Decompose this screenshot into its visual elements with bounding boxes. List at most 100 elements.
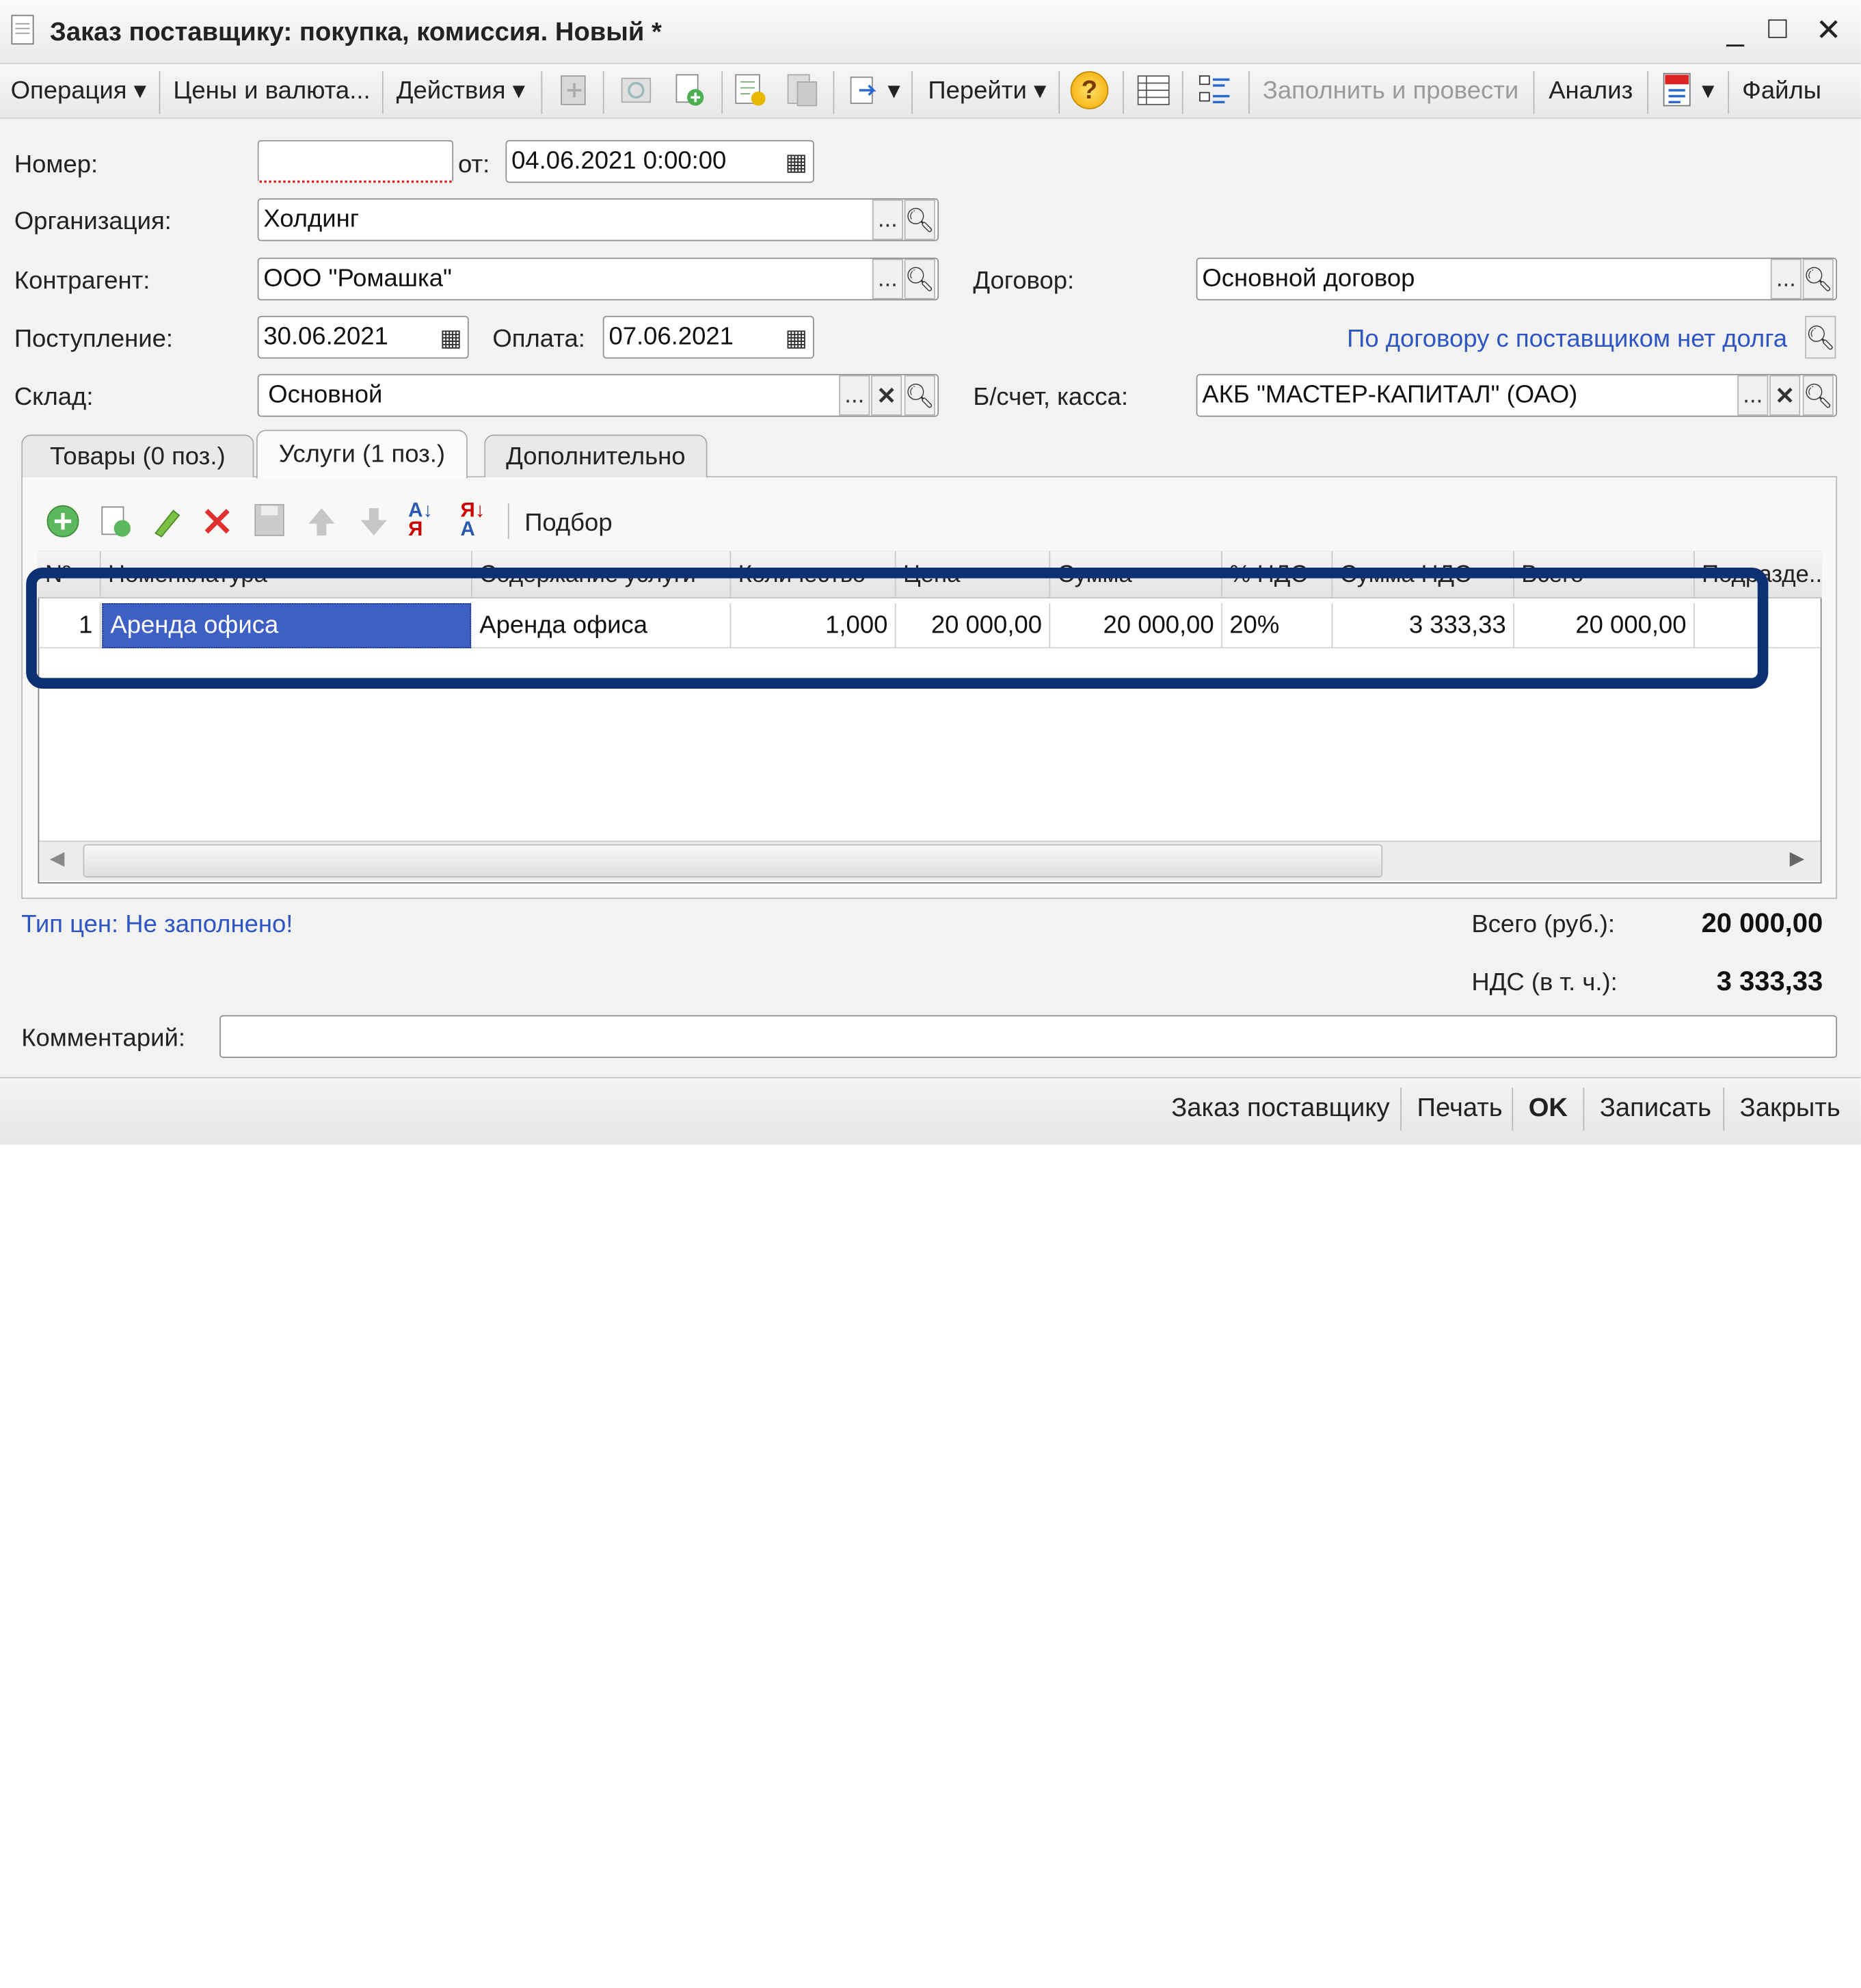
toolbar-separator: [1058, 71, 1060, 114]
toolbar-separator: [1533, 71, 1535, 114]
actions-menu[interactable]: Действия ▾: [397, 79, 525, 103]
number-input[interactable]: [257, 140, 454, 183]
toolbar-separator: [602, 71, 604, 114]
ok-button[interactable]: OK: [1529, 1094, 1568, 1121]
search-icon[interactable]: 🔍︎: [1805, 315, 1836, 359]
move-down-icon[interactable]: [356, 503, 392, 539]
scrollbar-thumb[interactable]: [83, 844, 1383, 878]
xml-icon[interactable]: [1659, 71, 1698, 109]
footer-separator: [1583, 1087, 1585, 1130]
footer-bar: [0, 1076, 1861, 1145]
date-label: от:: [458, 150, 490, 178]
footer-separator: [1723, 1087, 1725, 1130]
refresh-icon[interactable]: [617, 71, 656, 109]
prices-button[interactable]: Цены и валюта...: [173, 79, 370, 103]
close-button[interactable]: ✕: [1816, 14, 1842, 45]
date-input[interactable]: 04.06.2021 0:00:00: [505, 140, 814, 183]
vat-value: 3 333,33: [1716, 965, 1823, 996]
toolbar-separator: [1123, 71, 1124, 114]
total-label: Всего (руб.):: [1471, 910, 1616, 938]
search-icon[interactable]: 🔍︎: [904, 199, 935, 240]
vat-label: НДС (в т. ч.):: [1471, 968, 1618, 996]
toolbar-separator: [507, 503, 509, 540]
warehouse-label: Склад:: [14, 383, 94, 411]
sort-ascending-icon[interactable]: А↓ Я: [408, 500, 433, 540]
price-type-link[interactable]: Тип цен: Не заполнено!: [21, 912, 293, 936]
payment-label: Оплата:: [492, 325, 585, 353]
add-row-icon[interactable]: [45, 503, 81, 539]
tab-goods[interactable]: Товары (0 поз.): [21, 434, 254, 477]
select-button[interactable]: ...: [872, 199, 903, 240]
search-icon[interactable]: 🔍︎: [1802, 259, 1834, 300]
contract-input[interactable]: Основной договор: [1196, 257, 1838, 301]
clear-icon[interactable]: ✕: [871, 375, 902, 416]
edit-icon[interactable]: [150, 503, 185, 539]
comment-label: Комментарий:: [21, 1024, 185, 1052]
select-button[interactable]: ...: [1737, 375, 1769, 416]
files-button[interactable]: Файлы: [1742, 79, 1821, 103]
contract-label: Договор:: [973, 267, 1075, 295]
comment-input[interactable]: [219, 1015, 1838, 1059]
document-icon: [11, 14, 34, 45]
calendar-icon[interactable]: ▦: [781, 142, 812, 182]
list-view-icon[interactable]: [1134, 71, 1173, 109]
pick-button[interactable]: Подбор: [524, 511, 612, 535]
window-title: Заказ поставщику: покупка, комиссия. Нов…: [49, 16, 662, 47]
structure-icon[interactable]: [784, 71, 822, 109]
print-button[interactable]: Печать: [1417, 1094, 1503, 1121]
clear-icon[interactable]: ✕: [1769, 375, 1801, 416]
tab-services[interactable]: Услуги (1 поз.): [256, 429, 468, 479]
copy-row-icon[interactable]: [97, 503, 133, 539]
debt-link[interactable]: По договору с поставщиком нет долга: [1347, 326, 1787, 351]
toolbar-separator: [381, 71, 384, 114]
analysis-button[interactable]: Анализ: [1549, 79, 1633, 103]
select-button[interactable]: ...: [839, 375, 870, 416]
footer-separator: [1512, 1087, 1514, 1130]
search-icon[interactable]: 🔍︎: [1802, 375, 1834, 416]
move-up-icon[interactable]: [304, 503, 339, 539]
copy-document-icon[interactable]: [671, 71, 710, 109]
toolbar-separator: [721, 71, 723, 114]
tab-additional[interactable]: Дополнительно: [484, 434, 708, 477]
toolbar-separator: [541, 71, 543, 114]
goto-menu[interactable]: Перейти ▾: [928, 79, 1046, 103]
warehouse-input[interactable]: Основной: [257, 373, 939, 417]
calendar-icon[interactable]: ▦: [781, 317, 812, 358]
organization-input[interactable]: Холдинг: [257, 198, 939, 241]
toolbar-separator: [911, 71, 913, 114]
settings-list-icon[interactable]: [1196, 71, 1235, 109]
close-form-button[interactable]: Закрыть: [1740, 1094, 1840, 1121]
chevron-down-icon: ▾: [512, 77, 525, 105]
search-icon[interactable]: 🔍︎: [904, 259, 935, 300]
end-edit-icon[interactable]: [252, 501, 287, 540]
contractor-input[interactable]: ООО "Ромашка": [257, 257, 939, 301]
document-journal-icon[interactable]: [731, 71, 769, 109]
create-based-on-icon[interactable]: [847, 71, 885, 109]
scroll-right-icon[interactable]: ▶: [1790, 849, 1804, 869]
highlight-frame: [26, 567, 1769, 689]
toolbar-separator: [1248, 71, 1250, 114]
post-icon[interactable]: [555, 71, 593, 109]
help-icon[interactable]: ?: [1070, 71, 1109, 109]
receipt-label: Поступление:: [14, 325, 174, 353]
number-label: Номер:: [14, 150, 98, 178]
total-value: 20 000,00: [1701, 907, 1823, 938]
search-icon[interactable]: 🔍︎: [904, 375, 935, 416]
chevron-down-icon[interactable]: ▾: [1702, 79, 1714, 103]
chevron-down-icon[interactable]: ▾: [887, 79, 900, 103]
contractor-label: Контрагент:: [14, 267, 150, 295]
select-button[interactable]: ...: [1770, 259, 1802, 300]
sort-descending-icon[interactable]: Я↓ А: [460, 500, 485, 540]
calendar-icon[interactable]: ▦: [436, 317, 466, 358]
select-button[interactable]: ...: [872, 259, 903, 300]
fill-and-post-button[interactable]: Заполнить и провести: [1263, 79, 1518, 103]
chevron-down-icon: ▾: [133, 77, 146, 105]
supplier-order-button[interactable]: Заказ поставщику: [1171, 1094, 1389, 1121]
delete-icon[interactable]: [200, 503, 235, 539]
maximize-button[interactable]: □: [1768, 12, 1786, 42]
operation-menu[interactable]: Операция ▾: [11, 79, 146, 103]
save-button[interactable]: Записать: [1600, 1094, 1711, 1121]
minimize-button[interactable]: _: [1727, 14, 1744, 45]
toolbar-separator: [159, 71, 161, 114]
scroll-left-icon[interactable]: ◀: [50, 849, 64, 869]
